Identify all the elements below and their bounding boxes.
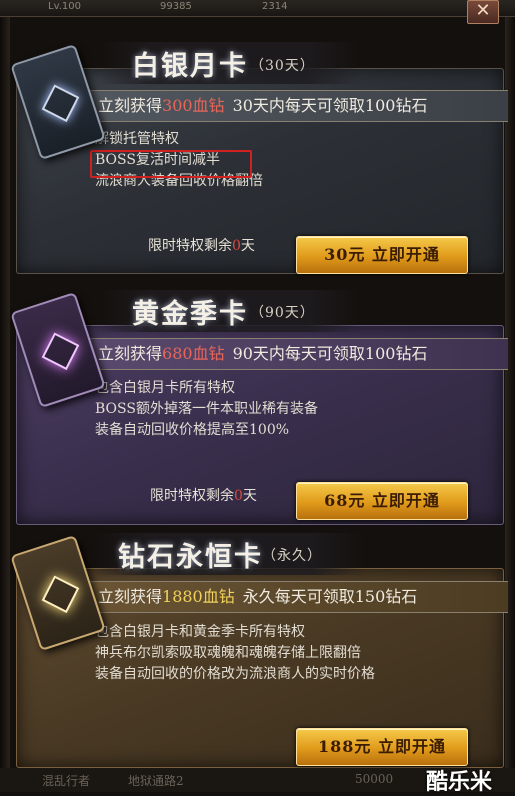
diamond-buy-button[interactable]: 188元 立即开通 xyxy=(296,728,468,766)
currency-value-1: 99385 xyxy=(160,1,192,12)
banner-suffix: 90天内每天可领取100钻石 xyxy=(232,344,428,363)
feature-item: BOSS额外掉落一件本职业稀有装备 xyxy=(95,401,318,417)
bg-text-middle: 地狱通路2 xyxy=(128,774,184,788)
remaining-days: 0 xyxy=(234,488,243,504)
feature-item: 装备自动回收的价格改为流浪商人的实时价格 xyxy=(95,666,375,682)
gold-feature-list: 包含白银月卡所有特权 BOSS额外掉落一件本职业稀有装备 装备自动回收价格提高至… xyxy=(95,378,318,441)
gold-card-title: 黄金季卡 xyxy=(132,299,248,330)
level-text: Lv.100 xyxy=(48,1,81,12)
banner-amount: 1880血钻 xyxy=(162,587,235,606)
feature-item: 解锁托管特权 xyxy=(95,131,179,147)
gold-reward-banner: 立刻获得680血钻 90天内每天可领取100钻石 xyxy=(88,338,508,370)
right-frame-rail xyxy=(505,16,515,776)
bg-text-right: 50000 xyxy=(355,772,394,786)
remaining-days: 0 xyxy=(232,238,241,254)
rune-icon xyxy=(41,332,80,371)
silver-reward-banner: 立刻获得300血钻 30天内每天可领取100钻石 xyxy=(88,90,508,122)
top-status-bar: Lv.100 99385 2314 xyxy=(0,0,515,17)
feature-item: 包含白银月卡所有特权 xyxy=(95,380,235,396)
feature-item: 装备自动回收价格提高至100% xyxy=(95,422,290,438)
diamond-card-title: 钻石永恒卡 xyxy=(118,542,263,573)
bg-text-left: 混乱行者 xyxy=(42,774,91,788)
currency-value-2: 2314 xyxy=(262,1,288,12)
silver-card-title: 白银月卡 xyxy=(132,51,248,82)
left-frame-rail xyxy=(0,16,10,776)
banner-suffix: 30天内每天可领取100钻石 xyxy=(232,96,428,115)
remaining-prefix: 限时特权剩余 xyxy=(148,238,232,254)
gold-buy-button[interactable]: 68元 立即开通 xyxy=(296,482,468,520)
banner-prefix: 立刻获得 xyxy=(98,587,163,606)
gold-card-duration: （90天） xyxy=(250,305,315,321)
banner-prefix: 立刻获得 xyxy=(98,344,163,363)
rune-icon xyxy=(41,575,80,614)
banner-suffix: 永久每天可领取150钻石 xyxy=(242,587,418,606)
remaining-prefix: 限时特权剩余 xyxy=(150,488,234,504)
diamond-reward-banner: 立刻获得1880血钻 永久每天可领取150钻石 xyxy=(88,581,508,613)
gold-remaining-time: 限时特权剩余0天 xyxy=(150,485,257,505)
rune-icon xyxy=(41,84,80,123)
banner-prefix: 立刻获得 xyxy=(98,96,163,115)
banner-amount: 300血钻 xyxy=(162,96,225,115)
diamond-feature-list: 包含白银月卡和黄金季卡所有特权 神兵布尔凯索吸取魂魄和魂魄存储上限翻倍 装备自动… xyxy=(95,622,375,685)
remaining-suffix: 天 xyxy=(242,488,257,504)
feature-item: 包含白银月卡和黄金季卡所有特权 xyxy=(95,624,305,640)
silver-remaining-time: 限时特权剩余0天 xyxy=(148,235,255,255)
silver-card-duration: （30天） xyxy=(250,58,315,74)
watermark-text: 酷乐米 xyxy=(426,770,493,795)
remaining-suffix: 天 xyxy=(240,238,255,254)
highlight-annotation-box xyxy=(90,150,252,178)
silver-buy-button[interactable]: 30元 立即开通 xyxy=(296,236,468,274)
feature-item: 神兵布尔凯索吸取魂魄和魂魄存储上限翻倍 xyxy=(95,645,361,661)
close-button[interactable]: ✕ xyxy=(467,0,499,24)
banner-amount: 680血钻 xyxy=(162,344,225,363)
diamond-card-duration: （永久） xyxy=(262,548,322,564)
